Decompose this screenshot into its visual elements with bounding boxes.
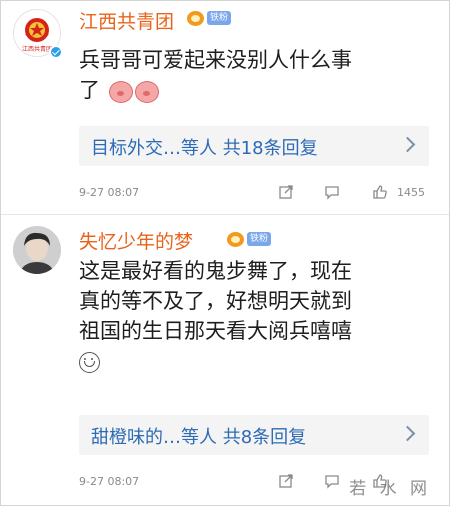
comment-line-2: 了	[79, 75, 439, 106]
smile-icon	[79, 351, 100, 373]
screenshot-frame: 江西共青团 江西共青团 铁粉 兵哥哥可爱起来没别人什么事 了 目标外交…等人 共…	[0, 0, 450, 506]
share-icon[interactable]	[278, 184, 294, 200]
comment-footer: 9-27 08:07 1455	[1, 182, 449, 206]
timestamp: 9-27 08:07	[79, 186, 140, 199]
pig-face-icon	[108, 81, 133, 103]
comment-icon[interactable]	[324, 473, 340, 489]
like-count: 1455	[397, 186, 425, 199]
comment-line: 兵哥哥可爱起来没别人什么事	[79, 48, 352, 72]
replies-link[interactable]: 甜橙味的…等人 共8条回复	[91, 423, 306, 449]
replies-box[interactable]: 甜橙味的…等人 共8条回复	[79, 415, 429, 455]
chevron-right-icon	[399, 425, 416, 442]
chevron-right-icon	[399, 136, 416, 153]
fan-badge: 铁粉	[207, 11, 232, 25]
like-icon[interactable]	[372, 184, 388, 200]
comment-text: 兵哥哥可爱起来没别人什么事 了	[79, 45, 439, 106]
comment-text: 这是最好看的鬼步舞了，现在 真的等不及了，好想明天就到 祖国的生日那天看大阅兵嘻…	[79, 256, 439, 376]
comment-icon[interactable]	[324, 184, 340, 200]
replies-link[interactable]: 目标外交…等人 共18条回复	[91, 134, 318, 160]
username[interactable]: 失忆少年的梦	[79, 227, 193, 254]
watermark: 若 水 网	[349, 479, 431, 499]
comment-line: 这是最好看的鬼步舞了，现在	[79, 259, 352, 283]
comment-line: 真的等不及了，好想明天就到	[79, 289, 352, 313]
emoji-group	[108, 76, 161, 106]
comment-line-text: 了	[79, 78, 100, 102]
pig-face-icon	[134, 81, 159, 103]
share-icon[interactable]	[278, 473, 294, 489]
comment-line-emoji	[79, 346, 439, 376]
verified-icon	[49, 45, 63, 59]
avatar-photo	[13, 226, 61, 274]
timestamp: 9-27 08:07	[79, 475, 140, 488]
replies-box[interactable]: 目标外交…等人 共18条回复	[79, 126, 429, 166]
comment-line: 祖国的生日那天看大阅兵嘻嘻	[79, 319, 352, 343]
comment-item: 江西共青团 江西共青团 铁粉 兵哥哥可爱起来没别人什么事 了 目标外交…等人 共…	[1, 1, 449, 215]
username[interactable]: 江西共青团	[79, 7, 174, 34]
crown-badge-icon	[187, 11, 204, 26]
divider	[1, 214, 449, 215]
avatar-label: 江西共青团	[22, 45, 52, 53]
crown-badge-icon	[227, 232, 244, 247]
fan-badge: 铁粉	[247, 232, 272, 246]
comment-item: 失忆少年的梦 铁粉 这是最好看的鬼步舞了，现在 真的等不及了，好想明天就到 祖国…	[1, 216, 449, 505]
avatar[interactable]	[13, 226, 61, 274]
